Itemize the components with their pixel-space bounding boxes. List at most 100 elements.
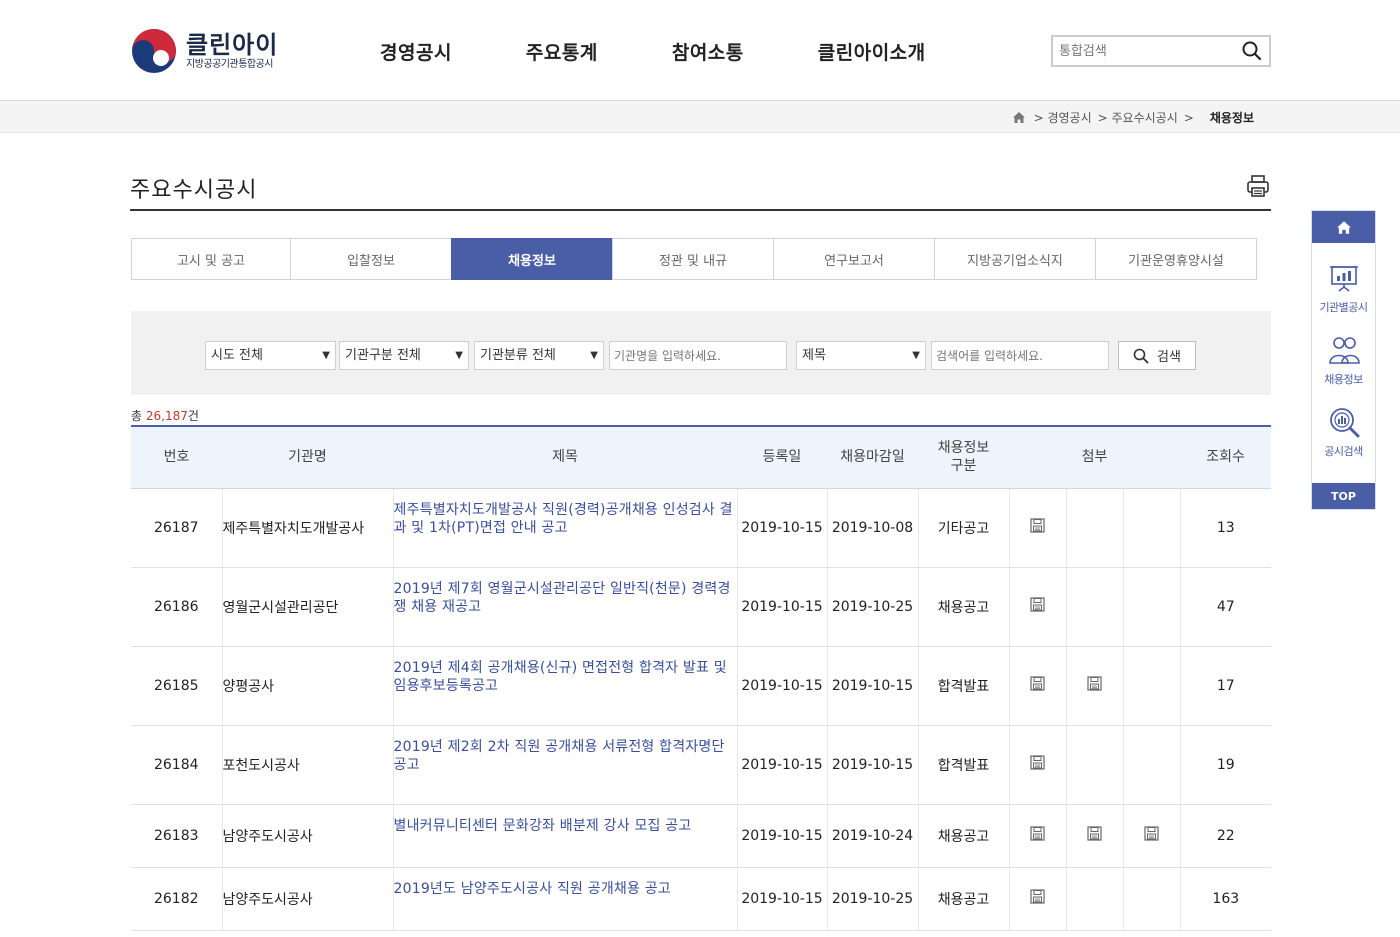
breadcrumb: > 경영공시 > 주요수시공시 > 채용정보 bbox=[1012, 109, 1260, 126]
org-name-input[interactable] bbox=[609, 341, 787, 370]
cell-reg-date: 2019-10-15 bbox=[737, 725, 828, 805]
table-row[interactable]: 26182 남양주도시공사 2019년도 남양주도시공사 직원 공개채용 공고 201… bbox=[131, 867, 1272, 931]
scroll-top-button[interactable]: TOP bbox=[1312, 483, 1375, 509]
org-class-select-value: 기관분류 전체 bbox=[480, 348, 556, 363]
home-icon[interactable] bbox=[1012, 111, 1026, 124]
title-link[interactable]: 별내커뮤니티센터 문화강좌 배분제 강사 모집 공고 bbox=[394, 818, 692, 834]
breadcrumb-separator: > bbox=[1183, 110, 1194, 125]
table-row[interactable]: 26186 영월군시설관리공단 2019년 제7회 영월군시설관리공단 일반직(천문… bbox=[131, 567, 1272, 647]
col-header-kind: 채용정보 구분 bbox=[918, 425, 1009, 489]
quick-home-button[interactable] bbox=[1312, 211, 1375, 243]
title-link[interactable]: 2019년 제7회 영월군시설관리공단 일반직(천문) 경력경쟁 채용 재공고 bbox=[394, 581, 731, 615]
cell-attachment bbox=[1009, 725, 1067, 805]
tab-notice[interactable]: 고시 및 공고 bbox=[131, 238, 291, 280]
table-row[interactable]: 26187 제주특별자치도개발공사 제주특별자치도개발공사 직원(경력)공개채용 인… bbox=[131, 488, 1272, 568]
cell-org: 제주특별자치도개발공사 bbox=[222, 488, 394, 568]
org-class-select[interactable]: 기관분류 전체 ▼ bbox=[474, 341, 604, 370]
quick-item-label: 공시검색 bbox=[1324, 445, 1363, 458]
tab-newsletter[interactable]: 지방공기업소식지 bbox=[934, 238, 1096, 280]
quick-item-recruitment[interactable]: 채용정보 bbox=[1312, 333, 1375, 387]
dropdown-arrow-icon: ▼ bbox=[322, 350, 330, 361]
nav-item-statistics[interactable]: 주요통계 bbox=[526, 38, 598, 65]
tab-research-reports[interactable]: 연구보고서 bbox=[773, 238, 935, 280]
cell-attachment-empty bbox=[1066, 567, 1124, 647]
col-header-no: 번호 bbox=[131, 425, 222, 489]
cell-org: 남양주도시공사 bbox=[222, 804, 394, 868]
cell-title: 제주특별자치도개발공사 직원(경력)공개채용 인성검사 결과 및 1차(PT)면… bbox=[393, 488, 738, 568]
cell-views: 22 bbox=[1180, 804, 1272, 868]
file-download-icon[interactable] bbox=[1030, 755, 1045, 774]
cell-title: 별내커뮤니티센터 문화강좌 배분제 강사 모집 공고 bbox=[393, 804, 738, 868]
table-row[interactable]: 26185 양평공사 2019년 제4회 공개채용(신규) 면접전형 합격자 발표 … bbox=[131, 646, 1272, 726]
table-row[interactable]: 26184 포천도시공사 2019년 제2회 2차 직원 공개채용 서류전형 합격자… bbox=[131, 725, 1272, 805]
file-download-icon[interactable] bbox=[1087, 826, 1102, 845]
cell-deadline: 2019-10-25 bbox=[827, 567, 919, 647]
cell-no: 26183 bbox=[131, 804, 223, 868]
nav-item-about[interactable]: 클린아이소개 bbox=[818, 38, 926, 65]
file-download-icon[interactable] bbox=[1030, 889, 1045, 908]
quick-item-disclosure-search[interactable]: 공시검색 bbox=[1312, 405, 1375, 459]
col-header-attach: 첨부 bbox=[1009, 425, 1181, 489]
title-link[interactable]: 2019년도 남양주도시공사 직원 공개채용 공고 bbox=[394, 881, 671, 897]
cell-deadline: 2019-10-08 bbox=[827, 488, 919, 568]
cell-attachment-empty bbox=[1123, 867, 1181, 931]
cell-attachment-empty bbox=[1123, 488, 1181, 568]
col-header-deadline: 채용마감일 bbox=[827, 425, 918, 489]
cell-views: 17 bbox=[1180, 646, 1272, 726]
region-select-value: 시도 전체 bbox=[211, 348, 263, 363]
table-body: 26187 제주특별자치도개발공사 제주특별자치도개발공사 직원(경력)공개채용 인… bbox=[131, 488, 1272, 931]
cell-attachment bbox=[1123, 804, 1181, 868]
tab-recruitment[interactable]: 채용정보 bbox=[451, 238, 613, 280]
cell-attachment-empty bbox=[1066, 488, 1124, 568]
search-field-select[interactable]: 제목 ▼ bbox=[796, 341, 926, 370]
cell-reg-date: 2019-10-15 bbox=[737, 646, 828, 726]
file-download-icon[interactable] bbox=[1030, 676, 1045, 695]
org-type-select[interactable]: 기관구분 전체 ▼ bbox=[339, 341, 469, 370]
quick-item-org-disclosure[interactable]: 기관별공시 bbox=[1312, 261, 1375, 315]
home-icon bbox=[1336, 220, 1351, 234]
tab-regulations[interactable]: 정관 및 내규 bbox=[612, 238, 774, 280]
file-download-icon[interactable] bbox=[1030, 826, 1045, 845]
cell-title: 2019년 제2회 2차 직원 공개채용 서류전형 합격자명단 공고 bbox=[393, 725, 738, 805]
file-download-icon[interactable] bbox=[1087, 676, 1102, 695]
search-panel: 시도 전체 ▼ 기관구분 전체 ▼ 기관분류 전체 ▼ 제목 ▼ 검색 bbox=[131, 311, 1271, 395]
col-header-reg-date: 등록일 bbox=[737, 425, 827, 489]
cell-attachment bbox=[1009, 567, 1067, 647]
cell-title: 2019년 제7회 영월군시설관리공단 일반직(천문) 경력경쟁 채용 재공고 bbox=[393, 567, 738, 647]
table-row[interactable]: 26183 남양주도시공사 별내커뮤니티센터 문화강좌 배분제 강사 모집 공고 20… bbox=[131, 804, 1272, 868]
title-link[interactable]: 2019년 제2회 2차 직원 공개채용 서류전형 합격자명단 공고 bbox=[394, 739, 725, 773]
cell-title: 2019년도 남양주도시공사 직원 공개채용 공고 bbox=[393, 867, 738, 931]
nav-item-management-disclosure[interactable]: 경영공시 bbox=[380, 38, 452, 65]
site-header: 클린아이 지방공공기관통합공시 경영공시 주요통계 참여소통 클린아이소개 bbox=[0, 0, 1400, 101]
breadcrumb-item[interactable]: > 경영공시 bbox=[1034, 109, 1092, 126]
cell-deadline: 2019-10-24 bbox=[827, 804, 919, 868]
region-select[interactable]: 시도 전체 ▼ bbox=[205, 341, 336, 370]
global-search-input[interactable] bbox=[1053, 38, 1231, 64]
cell-attachment-empty bbox=[1066, 867, 1124, 931]
cell-deadline: 2019-10-25 bbox=[827, 867, 919, 931]
col-header-views: 조회수 bbox=[1180, 425, 1272, 489]
breadcrumb-item[interactable]: > 주요수시공시 bbox=[1098, 109, 1178, 126]
keyword-input[interactable] bbox=[931, 341, 1109, 370]
print-icon[interactable] bbox=[1246, 174, 1270, 198]
search-button[interactable]: 검색 bbox=[1118, 341, 1196, 370]
title-link[interactable]: 2019년 제4회 공개채용(신규) 면접전형 합격자 발표 및 임용후보등록공… bbox=[394, 660, 727, 694]
cell-attachment bbox=[1066, 646, 1124, 726]
file-download-icon[interactable] bbox=[1144, 826, 1159, 845]
cell-views: 47 bbox=[1180, 567, 1272, 647]
col-header-kind-line1: 채용정보 bbox=[937, 440, 990, 457]
tab-resort-facilities[interactable]: 기관운영휴양시설 bbox=[1095, 238, 1257, 280]
cell-no: 26185 bbox=[131, 646, 223, 726]
nav-item-participation[interactable]: 참여소통 bbox=[672, 38, 744, 65]
quick-menu: 기관별공시 채용정보 공시검색 TOP bbox=[1311, 210, 1376, 510]
taegeuk-logo-icon bbox=[132, 29, 176, 73]
search-icon[interactable] bbox=[1241, 40, 1263, 62]
title-link[interactable]: 제주특별자치도개발공사 직원(경력)공개채용 인성검사 결과 및 1차(PT)면… bbox=[394, 502, 733, 536]
file-download-icon[interactable] bbox=[1030, 518, 1045, 537]
col-header-title: 제목 bbox=[393, 425, 737, 489]
tab-bid-info[interactable]: 입찰정보 bbox=[290, 238, 452, 280]
cell-attachment bbox=[1009, 804, 1067, 868]
total-number: 26,187 bbox=[145, 409, 188, 423]
site-logo[interactable]: 클린아이 지방공공기관통합공시 bbox=[130, 27, 278, 75]
file-download-icon[interactable] bbox=[1030, 597, 1045, 616]
